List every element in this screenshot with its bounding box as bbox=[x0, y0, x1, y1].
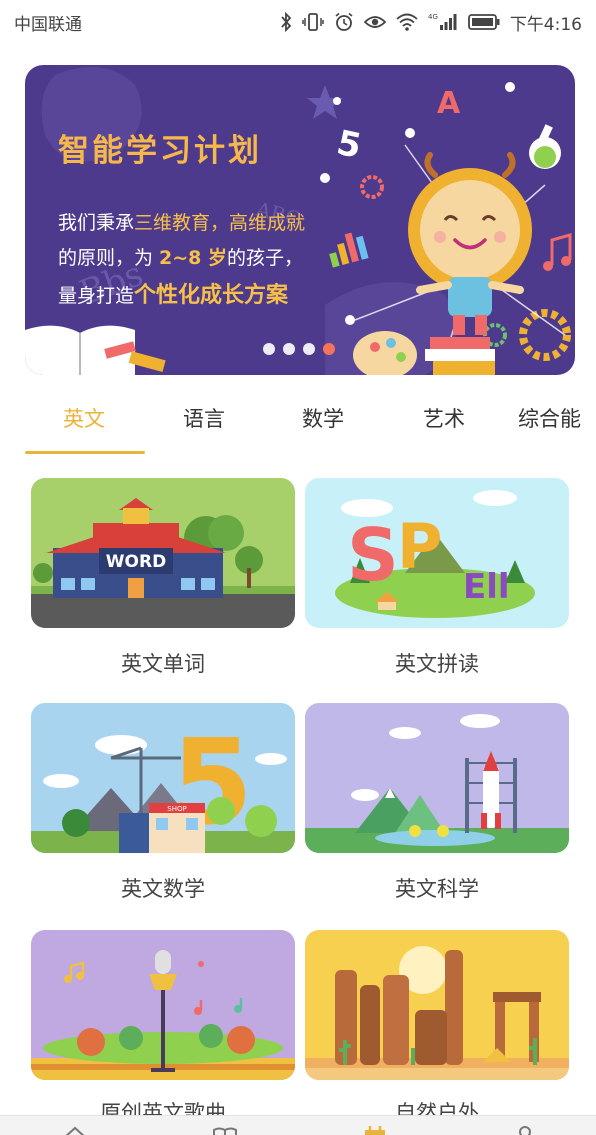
course-label-english-words: 英文单词 bbox=[121, 652, 205, 676]
eye-comfort-icon bbox=[363, 14, 386, 30]
carousel-indicator bbox=[263, 343, 335, 355]
banner-line-2-text: 的原则，为 bbox=[58, 247, 160, 269]
carousel-dot-active[interactable] bbox=[323, 343, 335, 355]
course-image-english-science bbox=[305, 703, 569, 853]
promo-banner[interactable]: Bbs ABC A 5 智能学习计划 我们秉承三维教育，高维成就 的原则，为 2… bbox=[25, 65, 575, 375]
course-label-english-phonics: 英文拼读 bbox=[395, 652, 479, 676]
battery-icon bbox=[467, 13, 500, 31]
carousel-dot[interactable] bbox=[303, 343, 315, 355]
banner-line-3: 量身打造个性化成长方案 bbox=[58, 277, 288, 309]
course-image-english-phonics: S P Ell bbox=[305, 478, 569, 628]
svg-text:A: A bbox=[437, 86, 461, 121]
vibrate-icon bbox=[302, 12, 324, 32]
clock-label: 下午4:16 bbox=[509, 14, 582, 35]
banner-line-2: 的原则，为 2~8 岁的孩子， bbox=[58, 243, 303, 270]
course-card-english-songs[interactable] bbox=[31, 930, 295, 1080]
tab-active-indicator bbox=[25, 451, 145, 454]
banner-line-1: 我们秉承三维教育，高维成就 bbox=[58, 208, 305, 235]
book-icon[interactable] bbox=[212, 1124, 238, 1135]
course-image-english-songs bbox=[31, 930, 295, 1080]
carousel-dot[interactable] bbox=[263, 343, 275, 355]
bluetooth-icon bbox=[280, 12, 292, 32]
banner-title: 智能学习计划 bbox=[58, 133, 262, 169]
signal-4g-icon: 4G bbox=[428, 12, 458, 32]
status-icons: 4G 下午4:16 bbox=[280, 10, 582, 35]
profile-icon[interactable] bbox=[512, 1124, 538, 1135]
tab-math[interactable]: 数学 bbox=[302, 403, 344, 433]
course-label-english-science: 英文科学 bbox=[395, 877, 479, 901]
banner-line-3-highlight: 个性化成长方案 bbox=[134, 283, 289, 308]
alarm-icon bbox=[334, 12, 354, 32]
svg-text:4G: 4G bbox=[428, 13, 438, 21]
tab-language[interactable]: 语言 bbox=[183, 403, 225, 433]
course-label-english-math: 英文数学 bbox=[121, 877, 205, 901]
svg-text:SHOP: SHOP bbox=[167, 805, 186, 813]
course-card-english-phonics[interactable]: S P Ell bbox=[305, 478, 569, 628]
tab-english[interactable]: 英文 bbox=[63, 403, 105, 433]
bottom-navigation bbox=[0, 1115, 596, 1135]
calendar-icon[interactable] bbox=[362, 1124, 388, 1135]
banner-line-1-text: 我们秉承 bbox=[58, 212, 135, 234]
banner-line-1-highlight: 三维教育，高维成就 bbox=[134, 212, 306, 234]
course-card-english-words[interactable]: WORD bbox=[31, 478, 295, 628]
course-card-nature-outdoors[interactable] bbox=[305, 930, 569, 1080]
course-image-english-math: 5 SHOP bbox=[31, 703, 295, 853]
tab-art[interactable]: 艺术 bbox=[423, 403, 465, 433]
banner-line-2-highlight: 2~8 岁 bbox=[159, 247, 228, 269]
svg-text:5: 5 bbox=[333, 123, 364, 167]
svg-text:S: S bbox=[347, 513, 399, 597]
tab-comprehensive[interactable]: 综合能 bbox=[518, 403, 581, 433]
wifi-icon bbox=[396, 13, 418, 31]
banner-line-2-suffix: 的孩子， bbox=[227, 247, 304, 269]
svg-text:WORD: WORD bbox=[106, 552, 166, 572]
course-image-english-words: WORD bbox=[31, 478, 295, 628]
carrier-label: 中国联通 bbox=[14, 14, 82, 35]
category-tabs: 英文 语言 数学 艺术 综合能 bbox=[0, 385, 596, 457]
course-card-english-math[interactable]: 5 SHOP bbox=[31, 703, 295, 853]
course-image-nature-outdoors bbox=[305, 930, 569, 1080]
svg-text:Ell: Ell bbox=[463, 567, 510, 607]
carousel-dot[interactable] bbox=[283, 343, 295, 355]
banner-line-3-text: 量身打造 bbox=[58, 285, 135, 307]
status-bar: 中国联通 4G 下午4:16 bbox=[0, 0, 596, 44]
course-card-english-science[interactable] bbox=[305, 703, 569, 853]
home-icon[interactable] bbox=[62, 1124, 88, 1135]
svg-text:P: P bbox=[397, 510, 442, 583]
